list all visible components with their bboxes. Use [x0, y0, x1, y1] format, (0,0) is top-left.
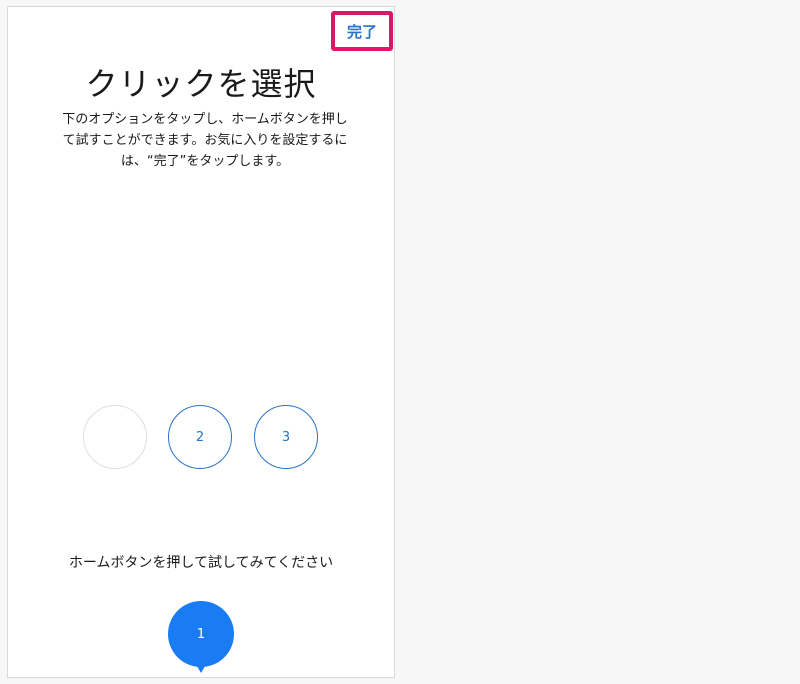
- done-highlight-box: 完了: [331, 11, 393, 51]
- instructions-text: 下のオプションをタップし、ホームボタンを押し て試すことができます。お気に入りを…: [62, 112, 348, 169]
- settings-screen: 完了 クリックを選択 下のオプションをタップし、ホームボタンを押し て試すことが…: [7, 6, 395, 678]
- click-option-3[interactable]: 3: [254, 405, 318, 469]
- click-option-label: 2: [195, 429, 205, 445]
- page-title: クリックを選択: [85, 65, 317, 103]
- click-option-1[interactable]: [83, 405, 147, 469]
- indicator-pointer: [194, 661, 208, 673]
- indicator-label: 1: [196, 626, 206, 642]
- home-button-indicator: 1: [168, 601, 234, 667]
- click-option-label: 3: [281, 429, 291, 445]
- done-button[interactable]: 完了: [347, 21, 377, 42]
- click-option-2[interactable]: 2: [168, 405, 232, 469]
- try-home-button-text: ホームボタンを押して試してみてください: [68, 555, 334, 571]
